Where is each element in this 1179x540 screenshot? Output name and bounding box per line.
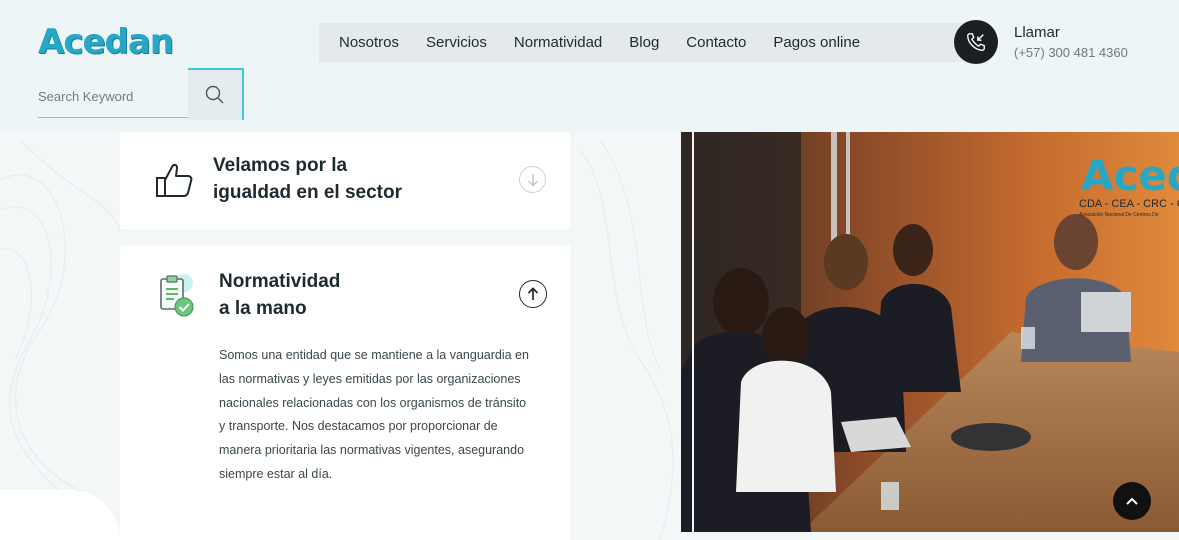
accordion-title: Velamos por la igualdad en el sector (213, 155, 402, 203)
meeting-illustration: Aced CDA - CEA - CRC - C Asociación Naci… (681, 132, 1179, 532)
call-button[interactable] (954, 20, 998, 64)
search-icon (205, 85, 224, 104)
nav-item-normatividad[interactable]: Normatividad (514, 34, 602, 51)
phone-incoming-icon (967, 33, 985, 51)
collapse-toggle[interactable] (519, 280, 547, 308)
nav-item-servicios[interactable]: Servicios (426, 34, 487, 51)
photo-logo-caption: Asociación Nacional De Centros De (1079, 212, 1159, 218)
arrow-down-icon (527, 173, 538, 187)
expand-toggle[interactable] (519, 166, 546, 193)
brand-logo[interactable]: Acedan (38, 22, 174, 62)
search-button[interactable] (188, 68, 244, 120)
call-label: Llamar (1014, 24, 1060, 41)
photo-logo-subtitle: CDA - CEA - CRC - C (1079, 198, 1179, 210)
nav-item-blog[interactable]: Blog (629, 34, 659, 51)
accordion-title: Normatividad a la mano (219, 271, 341, 319)
nav-item-nosotros[interactable]: Nosotros (339, 34, 399, 51)
search-form (38, 66, 246, 120)
photo-logo: Aced (1081, 151, 1179, 200)
thumbs-up-icon (156, 163, 193, 197)
nav-item-pagos-online[interactable]: Pagos online (773, 34, 860, 51)
call-phone-number[interactable]: (+57) 300 481 4360 (1014, 45, 1128, 60)
document-check-icon (160, 274, 194, 317)
main-nav: Nosotros Servicios Normatividad Blog Con… (319, 23, 969, 62)
accordion-body-text: Somos una entidad que se mantiene a la v… (219, 348, 529, 481)
arrow-up-icon (527, 287, 539, 300)
site-header: Acedan Nosotros Servicios Normatividad B… (0, 0, 1179, 132)
chevron-up-icon (1126, 497, 1138, 505)
meeting-photo: Aced CDA - CEA - CRC - C Asociación Naci… (681, 132, 1179, 532)
search-input[interactable] (38, 76, 188, 118)
accordion-item-normatividad[interactable]: Normatividad a la mano Somos una entidad… (120, 245, 570, 540)
accordion-item-igualdad[interactable]: Velamos por la igualdad en el sector (120, 132, 570, 229)
nav-item-contacto[interactable]: Contacto (686, 34, 746, 51)
scroll-to-top-button[interactable] (1113, 482, 1151, 520)
